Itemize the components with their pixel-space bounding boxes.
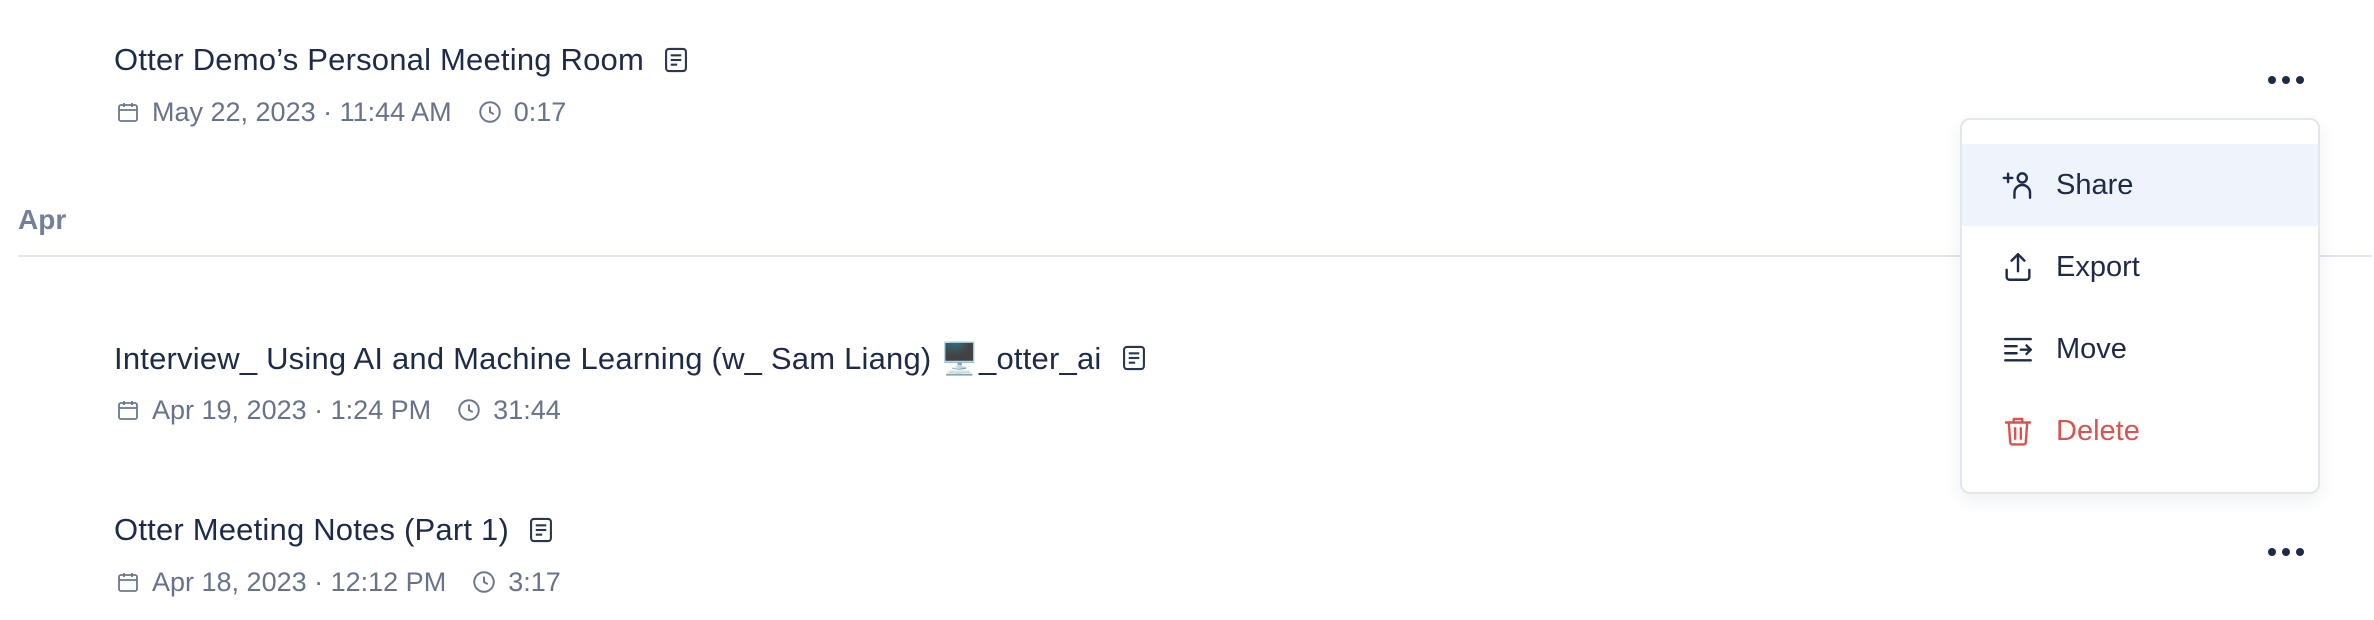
conversation-item[interactable]: Interview_ Using AI and Machine Learning… xyxy=(114,336,1150,430)
conversation-date: Apr 18, 2023 · 12:12 PM xyxy=(152,566,447,597)
menu-item-label: Share xyxy=(2056,168,2134,201)
clock-icon xyxy=(455,396,483,424)
menu-item-label: Export xyxy=(2056,250,2140,283)
upload-icon xyxy=(2000,249,2036,285)
summary-doc-icon xyxy=(525,514,557,546)
calendar-icon xyxy=(114,568,142,596)
conversation-title-row[interactable]: Otter Demo’s Personal Meeting Room xyxy=(114,38,692,82)
menu-item-export[interactable]: Export xyxy=(1962,226,2318,308)
conversation-duration: 0:17 xyxy=(513,96,567,127)
more-horizontal-icon xyxy=(2268,548,2304,556)
trash-icon xyxy=(2000,413,2036,449)
conversation-duration: 31:44 xyxy=(493,394,561,425)
move-list-icon xyxy=(2000,331,2036,367)
calendar-icon xyxy=(114,98,142,126)
summary-doc-icon xyxy=(1118,342,1150,374)
menu-item-share[interactable]: Share xyxy=(1962,144,2318,226)
conversation-meta: Apr 18, 2023 · 12:12 PM 3:17 xyxy=(114,562,561,602)
conversation-item[interactable]: Otter Meeting Notes (Part 1) Apr 18, 202… xyxy=(114,508,561,602)
conversation-meta: May 22, 2023 · 11:44 AM 0:17 xyxy=(114,92,692,132)
calendar-icon xyxy=(114,396,142,424)
conversation-meta: Apr 19, 2023 · 1:24 PM 31:44 xyxy=(114,390,1150,430)
menu-item-delete[interactable]: Delete xyxy=(1962,390,2318,472)
conversation-date: Apr 19, 2023 · 1:24 PM xyxy=(152,394,432,425)
conversation-duration: 3:17 xyxy=(508,566,561,597)
more-options-button[interactable] xyxy=(2256,530,2316,574)
summary-doc-icon xyxy=(660,44,692,76)
clock-icon xyxy=(476,98,504,126)
month-group-header: Apr xyxy=(18,204,67,235)
menu-item-move[interactable]: Move xyxy=(1962,308,2318,390)
menu-item-label: Delete xyxy=(2056,414,2140,447)
menu-item-label: Move xyxy=(2056,332,2127,365)
clock-icon xyxy=(470,568,498,596)
conversation-context-menu: Share Export Move Delete xyxy=(1960,118,2320,494)
more-options-button[interactable] xyxy=(2256,58,2316,102)
conversation-title[interactable]: Otter Meeting Notes (Part 1) xyxy=(114,512,509,548)
more-horizontal-icon xyxy=(2268,76,2304,84)
conversation-date: May 22, 2023 · 11:44 AM xyxy=(152,96,452,127)
conversation-title[interactable]: Interview_ Using AI and Machine Learning… xyxy=(114,340,1102,377)
conversation-item[interactable]: Otter Demo’s Personal Meeting Room May 2… xyxy=(114,38,692,132)
conversation-title-row[interactable]: Otter Meeting Notes (Part 1) xyxy=(114,508,561,552)
add-person-icon xyxy=(2000,167,2036,203)
conversation-title[interactable]: Otter Demo’s Personal Meeting Room xyxy=(114,42,644,78)
conversation-title-row[interactable]: Interview_ Using AI and Machine Learning… xyxy=(114,336,1150,380)
